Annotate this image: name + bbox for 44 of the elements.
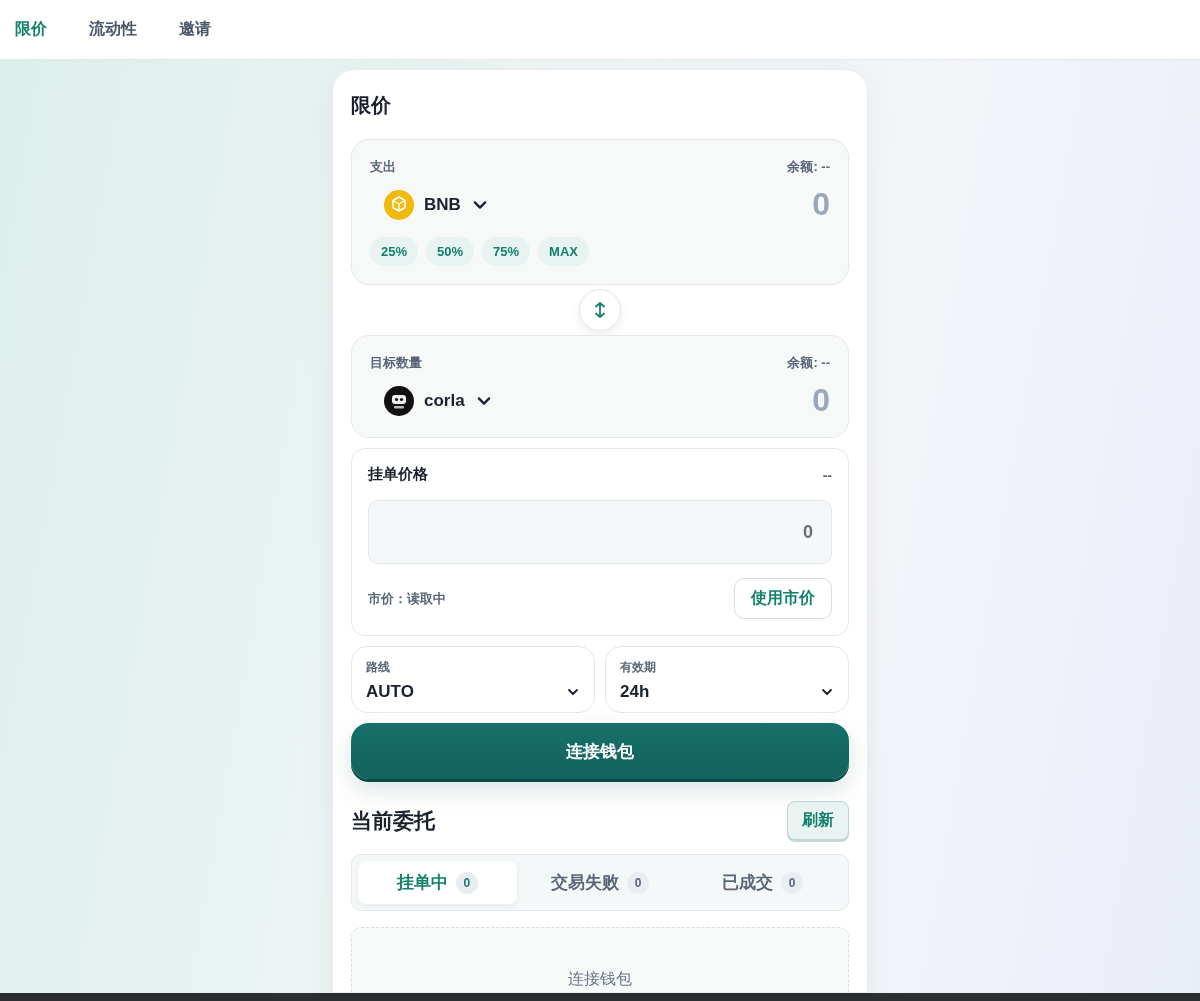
panel-label: 目标数量 — [370, 354, 422, 372]
dropdown-select[interactable]: 路线 AUTO — [351, 646, 595, 713]
price-value: -- — [822, 466, 832, 483]
section-title: 当前委托 — [351, 807, 435, 834]
order-tab[interactable]: 交易失败 0 — [520, 861, 680, 904]
nav-tab[interactable]: 邀请 — [179, 19, 211, 40]
tab-label: 交易失败 — [551, 872, 619, 894]
token-selector[interactable]: BNB — [370, 189, 489, 220]
robot-coin-icon — [384, 385, 414, 416]
balance-text: 余额: -- — [787, 158, 830, 176]
nav-tab[interactable]: 限价 — [15, 19, 47, 40]
amount-field[interactable]: 0 — [690, 382, 830, 419]
percent-chip[interactable]: MAX — [538, 237, 589, 266]
count-badge: 0 — [627, 871, 649, 894]
order-tab[interactable]: 已成交 0 — [683, 861, 842, 904]
select-value: AUTO — [366, 682, 414, 702]
count-badge: 0 — [781, 871, 804, 894]
select-value: 24h — [620, 682, 650, 702]
cube-coin-icon — [384, 189, 414, 220]
tab-label: 挂单中 — [396, 872, 448, 894]
percent-chip[interactable]: 75% — [482, 237, 531, 266]
price-label: 挂单价格 — [368, 465, 428, 484]
connect-wallet-button[interactable]: 连接钱包 — [351, 723, 849, 779]
market-price-text: 市价：读取中 — [368, 589, 446, 608]
balance-text: 余额: -- — [787, 354, 830, 372]
dropdown-select[interactable]: 有效期 24h — [605, 646, 849, 713]
swap-arrows-icon — [592, 301, 608, 319]
token-selector[interactable]: corla — [370, 385, 493, 416]
percent-chip[interactable]: 50% — [426, 237, 475, 266]
empty-state-text: 连接钱包 — [568, 969, 632, 989]
tab-label: 已成交 — [722, 872, 774, 894]
select-label: 有效期 — [620, 659, 657, 676]
refresh-button[interactable]: 刷新 — [787, 801, 849, 840]
price-field[interactable]: 0 — [368, 500, 832, 564]
order-tab[interactable]: 挂单中 0 — [358, 861, 517, 904]
amount-field[interactable]: 0 — [690, 186, 830, 223]
card-title: 限价 — [351, 93, 392, 118]
use-market-button[interactable]: 使用市价 — [734, 578, 832, 619]
panel-label: 支出 — [370, 158, 396, 176]
percent-chip[interactable]: 25% — [370, 237, 419, 266]
swap-button[interactable] — [579, 289, 621, 331]
select-label: 路线 — [366, 659, 391, 676]
nav-tab[interactable]: 流动性 — [89, 19, 137, 40]
count-badge: 0 — [455, 871, 478, 894]
